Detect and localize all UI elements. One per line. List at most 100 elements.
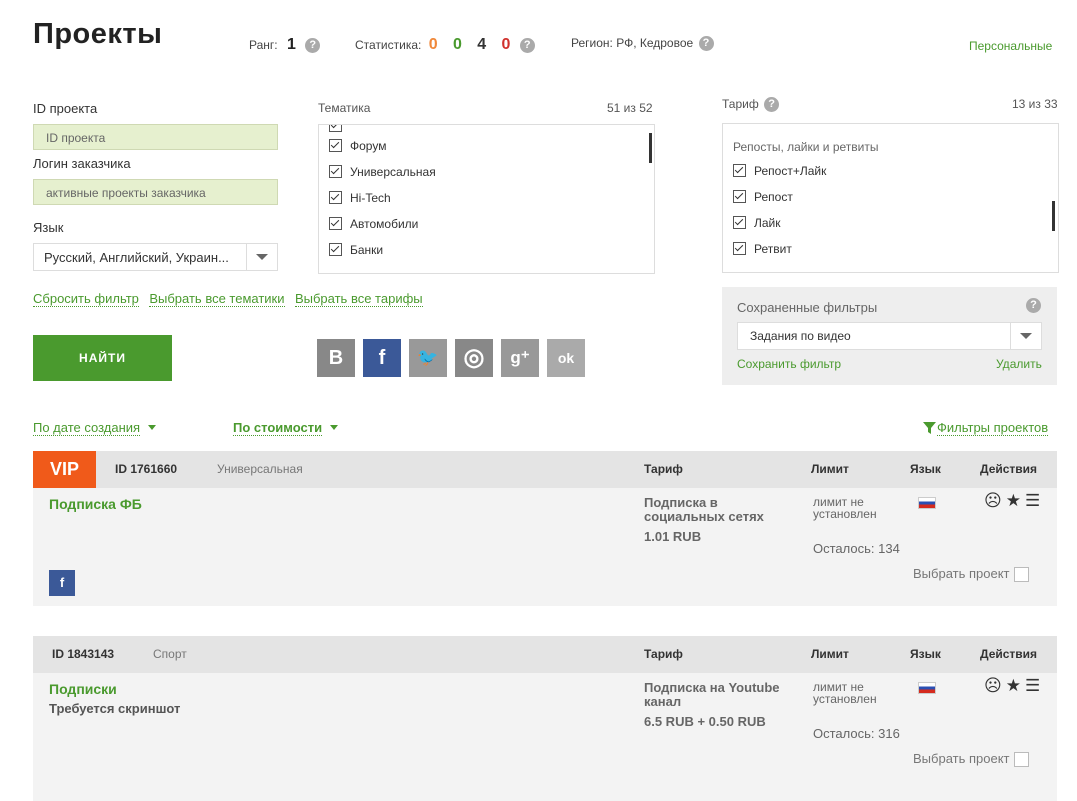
checkbox[interactable] <box>329 125 342 133</box>
tariff-item-label: Репост <box>754 190 793 204</box>
project-topic: Спорт <box>153 647 187 661</box>
list-item[interactable]: Банки <box>329 243 383 257</box>
topic-label-text: Hi-Tech <box>350 191 391 205</box>
list-item[interactable]: Ретвит <box>733 242 792 256</box>
help-icon[interactable]: ? <box>305 38 321 54</box>
checkbox[interactable] <box>733 190 746 204</box>
checkbox[interactable] <box>329 139 342 153</box>
project-name[interactable]: Подписки <box>49 681 117 697</box>
list-item[interactable]: Лайк <box>733 216 781 230</box>
twitter-icon[interactable]: 🐦 <box>409 339 447 377</box>
topic-list[interactable]: Форум Универсальная Hi-Tech Автомобили Б… <box>318 124 655 274</box>
sort-by-cost[interactable]: По стоимости <box>233 419 339 437</box>
list-item[interactable]: Hi-Tech <box>329 191 391 205</box>
topic-label-text: Автомобили <box>350 217 419 231</box>
select-project-checkbox[interactable] <box>1013 567 1029 583</box>
stat-value[interactable]: 4 <box>477 36 486 53</box>
select-project-checkbox[interactable] <box>1013 752 1029 768</box>
col-tariff: Тариф <box>644 462 683 476</box>
filter-links: Сбросить фильтр Выбрать все тематики Выб… <box>33 290 423 308</box>
save-filter-link[interactable]: Сохранить фильтр <box>737 357 841 371</box>
project-name[interactable]: Подписка ФБ <box>49 496 142 512</box>
help-icon[interactable]: ? <box>1026 298 1041 313</box>
tariff-list[interactable]: Репосты, лайки и ретвиты Репост+Лайк Реп… <box>722 123 1059 273</box>
facebook-icon[interactable]: f <box>363 339 401 377</box>
chevron-down-icon[interactable] <box>246 244 277 270</box>
checkbox[interactable] <box>733 216 746 230</box>
sad-face-icon[interactable]: ☹ <box>984 676 1002 696</box>
checkbox[interactable] <box>733 164 746 178</box>
checkbox[interactable] <box>329 191 342 205</box>
russia-flag-icon <box>918 497 936 509</box>
stat-value[interactable]: 0 <box>429 36 438 53</box>
find-button[interactable]: НАЙТИ <box>33 335 172 381</box>
saved-filter-value: Задания по видео <box>750 329 851 343</box>
saved-filter-select[interactable]: Задания по видео <box>737 322 1042 350</box>
list-item[interactable]: Форум <box>329 139 386 153</box>
topic-count: 51 из 52 <box>607 101 653 115</box>
project-id[interactable]: ID 1843143 <box>52 647 114 661</box>
reset-filter-link[interactable]: Сбросить фильтр <box>33 291 139 307</box>
help-icon[interactable]: ? <box>519 38 535 54</box>
sort-by-date[interactable]: По дате создания <box>33 419 157 437</box>
list-item[interactable]: Автомобили <box>329 217 418 231</box>
list-icon[interactable]: ☰ <box>1025 491 1040 511</box>
star-icon[interactable]: ★ <box>1006 676 1021 696</box>
list-item[interactable] <box>329 125 350 133</box>
col-lang: Язык <box>910 647 941 661</box>
project-limit: лимит не установлен <box>813 680 877 706</box>
rank-value: 1 <box>286 36 296 53</box>
filter-icon <box>923 422 936 435</box>
project-filters-label: Фильтры проектов <box>937 420 1049 436</box>
stat-value[interactable]: 0 <box>453 36 462 53</box>
vip-badge: VIP <box>33 451 96 488</box>
tariff-item-label: Ретвит <box>754 242 792 256</box>
list-item[interactable]: Универсальная <box>329 165 436 179</box>
select-all-tariffs-link[interactable]: Выбрать все тарифы <box>294 291 423 307</box>
list-item[interactable]: Репост <box>733 190 793 204</box>
project-id[interactable]: ID 1761660 <box>115 462 177 476</box>
checkbox[interactable] <box>329 165 342 179</box>
topic-label-text: Банки <box>350 243 384 257</box>
stat-value[interactable]: 0 <box>501 36 510 53</box>
googleplus-icon[interactable]: g⁺ <box>501 339 539 377</box>
col-tariff: Тариф <box>644 647 683 661</box>
project-id-input[interactable]: ID проекта <box>33 124 278 150</box>
instagram-icon[interactable]: ◎ <box>455 339 493 377</box>
vk-icon[interactable]: В <box>317 339 355 377</box>
checkbox[interactable] <box>329 217 342 231</box>
help-icon[interactable]: ? <box>764 97 780 113</box>
scrollbar-thumb[interactable] <box>649 133 652 163</box>
project-remaining: Осталось: 134 <box>813 541 900 556</box>
stats-label: Статистика: <box>355 38 422 52</box>
personal-link[interactable]: Персональные <box>969 39 1052 53</box>
select-all-topics-link[interactable]: Выбрать все тематики <box>149 291 285 307</box>
language-select[interactable]: Русский, Английский, Украин... <box>33 243 278 271</box>
project-card: Подписки Требуется скриншот Подписка на … <box>33 673 1057 801</box>
list-icon[interactable]: ☰ <box>1025 676 1040 696</box>
col-actions: Действия <box>980 647 1038 661</box>
caret-down-icon <box>148 425 157 431</box>
language-value: Русский, Английский, Украин... <box>44 250 229 265</box>
select-project[interactable]: Выбрать проект <box>913 566 1029 583</box>
project-price: 1.01 RUB <box>644 529 702 544</box>
language-label: Язык <box>33 220 64 235</box>
customer-login-input[interactable]: активные проекты заказчика <box>33 179 278 205</box>
region-label: Регион: РФ, Кедровое <box>571 36 694 50</box>
col-limit: Лимит <box>811 647 849 661</box>
select-project[interactable]: Выбрать проект <box>913 751 1029 768</box>
list-item[interactable]: Репост+Лайк <box>733 164 826 178</box>
project-filters-link[interactable]: Фильтры проектов <box>922 419 1049 437</box>
scrollbar-thumb[interactable] <box>1052 201 1055 231</box>
saved-filters-title: Сохраненные фильтры <box>737 300 878 315</box>
checkbox[interactable] <box>733 242 746 256</box>
tariff-count: 13 из 33 <box>1012 97 1058 111</box>
odnoklassniki-icon[interactable]: ok <box>547 339 585 377</box>
project-tariff: Подписка на Youtube канал <box>644 680 780 709</box>
sad-face-icon[interactable]: ☹ <box>984 491 1002 511</box>
help-icon[interactable]: ? <box>698 36 714 52</box>
delete-filter-link[interactable]: Удалить <box>996 357 1042 371</box>
chevron-down-icon[interactable] <box>1010 323 1041 349</box>
checkbox[interactable] <box>329 243 342 257</box>
star-icon[interactable]: ★ <box>1006 491 1021 511</box>
